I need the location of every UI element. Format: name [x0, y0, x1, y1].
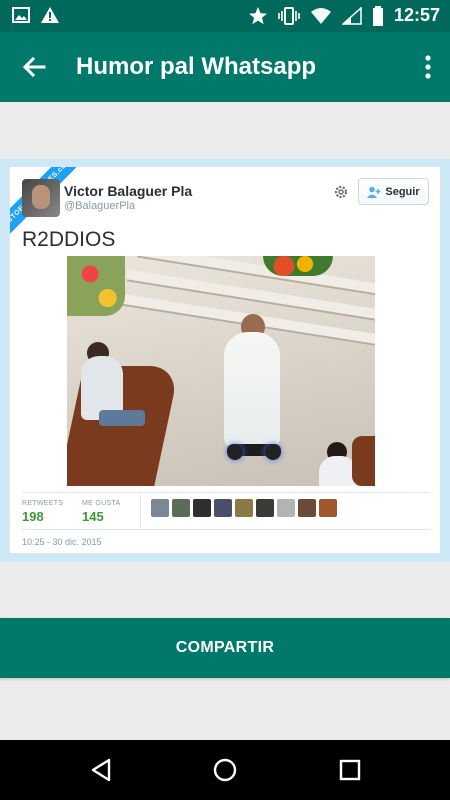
tweet-author-name: Victor Balaguer Pla [64, 183, 193, 199]
likes-stat: ME GUSTA 145 [82, 500, 120, 524]
navigation-bar [0, 740, 450, 800]
vibrate-icon [278, 6, 300, 25]
avatar [277, 499, 295, 517]
avatar [214, 499, 232, 517]
tweet-divider [22, 529, 430, 530]
avatar [22, 179, 60, 217]
home-circle-icon[interactable] [211, 756, 239, 784]
recents-square-icon[interactable] [336, 756, 364, 784]
star-icon [248, 6, 267, 24]
retweets-count: 198 [22, 509, 44, 524]
avatar [172, 499, 190, 517]
likes-label: ME GUSTA [82, 500, 121, 507]
follow-label: Seguir [385, 185, 420, 198]
tweet-author-handle: @BalaguerPla [64, 200, 136, 212]
warning-icon [41, 7, 59, 23]
arrow-back-icon[interactable] [20, 53, 48, 81]
retweets-label: RETWEETS [22, 500, 64, 507]
tweet-divider [22, 492, 430, 493]
avatar [151, 499, 169, 517]
signal-icon [341, 6, 362, 25]
stat-separator [140, 494, 141, 528]
retweet-stat: RETWEETS 198 [22, 500, 63, 524]
status-time: 12:57 [393, 5, 440, 25]
image-icon [12, 7, 30, 23]
add-user-icon [367, 186, 381, 198]
back-triangle-icon[interactable] [87, 756, 115, 784]
avatar [319, 499, 337, 517]
gear-icon [334, 185, 348, 199]
tweet-text: R2DDIOS [22, 228, 116, 251]
share-button[interactable]: COMPARTIR [0, 618, 450, 678]
app-bar: Humor pal Whatsapp [0, 32, 450, 102]
status-bar: 12:57 [0, 0, 450, 32]
tweet-photo [67, 256, 375, 486]
page-title: Humor pal Whatsapp [76, 53, 317, 80]
avatar [298, 499, 316, 517]
more-vert-icon[interactable] [424, 54, 432, 80]
battery-icon [372, 5, 383, 26]
avatar [235, 499, 253, 517]
tweet-image-frame: VISTOENLASREDES.com Victor Balaguer Pla … [0, 159, 450, 562]
tweet-date: 10:25 - 30 dic. 2015 [22, 537, 102, 547]
follow-button: Seguir [358, 178, 429, 205]
likes-count: 145 [82, 509, 104, 524]
avatar [256, 499, 274, 517]
tweet-card: VISTOENLASREDES.com Victor Balaguer Pla … [9, 166, 441, 554]
content-area: VISTOENLASREDES.com Victor Balaguer Pla … [0, 102, 450, 740]
wifi-icon [310, 7, 331, 24]
likers-avatars [151, 499, 337, 517]
avatar [193, 499, 211, 517]
